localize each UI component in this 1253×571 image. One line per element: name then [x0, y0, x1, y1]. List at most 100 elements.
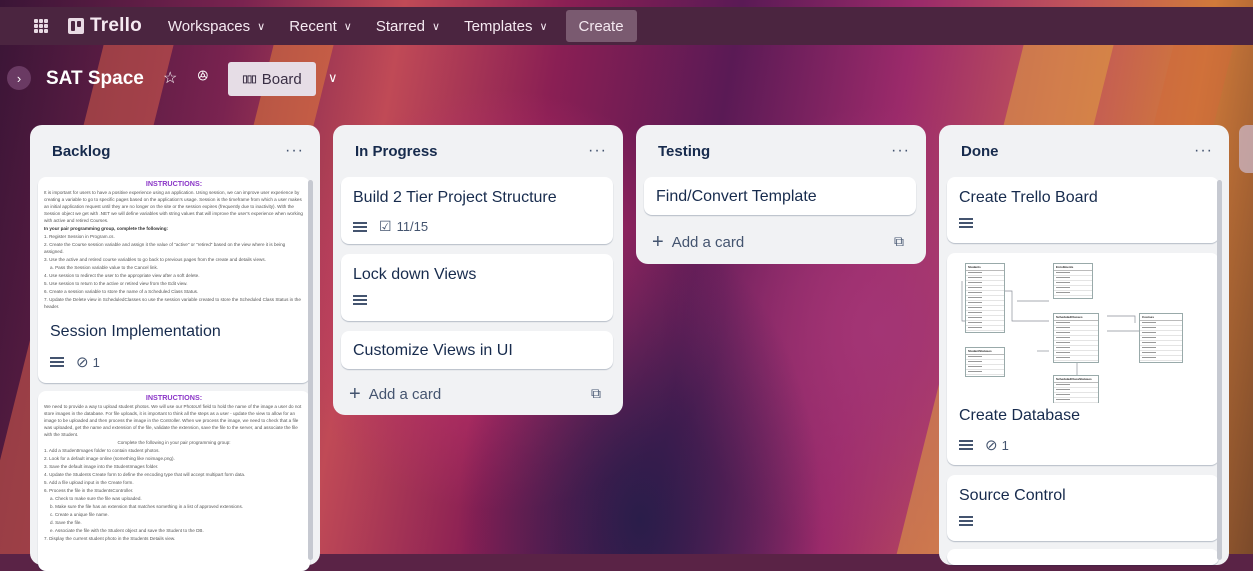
nav-starred-label: Starred	[375, 17, 426, 35]
cover-text: 1. Add a StudentImages folder to contain…	[44, 448, 160, 453]
card-find-convert-template[interactable]: Find/Convert Template	[644, 177, 916, 215]
list-menu-icon[interactable]: ···	[285, 142, 304, 160]
cover-text: 5. Add a file upload input in the Create…	[44, 480, 134, 485]
list-menu-icon[interactable]: ···	[891, 142, 910, 160]
attachment-count: 1	[1001, 437, 1009, 453]
description-icon	[959, 440, 973, 450]
trello-logo[interactable]: Trello	[68, 15, 142, 37]
card-title: Source Control	[959, 487, 1066, 504]
card-title: Find/Convert Template	[656, 188, 817, 205]
card-badges	[959, 218, 973, 228]
list-testing: Testing ··· Find/Convert Template + Add …	[636, 125, 926, 264]
schema-table-name: ScheduledClassStatuses	[1054, 376, 1098, 383]
nav-templates-label: Templates	[464, 17, 533, 35]
schema-table-name: Courses	[1140, 314, 1182, 321]
card-template-icon[interactable]: ⧉	[894, 233, 904, 250]
cover-text: 3. Use the active and retired course var…	[44, 257, 266, 262]
description-icon	[50, 357, 64, 367]
nav-starred[interactable]: Starred ∨	[364, 10, 452, 42]
list-menu-icon[interactable]: ···	[588, 142, 607, 160]
card-badges	[959, 516, 973, 526]
cover-heading: INSTRUCTIONS:	[145, 393, 203, 402]
attachment-count: 1	[92, 354, 100, 370]
card-title: Create Trello Board	[959, 189, 1098, 206]
nav-workspaces[interactable]: Workspaces ∨	[156, 10, 277, 42]
card-source-control[interactable]: Source Control	[947, 475, 1219, 541]
paperclip-icon: ⊘	[985, 437, 998, 454]
nav-workspaces-label: Workspaces	[167, 17, 251, 35]
nav-recent[interactable]: Recent ∨	[277, 10, 364, 42]
list-title[interactable]: Testing	[658, 143, 710, 160]
schema-table-name: Enrollments	[1054, 264, 1092, 271]
card-title: Customize Views in UI	[353, 342, 513, 359]
card-title: Create Database	[959, 407, 1080, 424]
description-icon	[959, 516, 973, 526]
cover-text: In your pair programming group, complete…	[44, 226, 169, 231]
star-icon[interactable]: ☆	[163, 68, 177, 88]
list-scrollbar[interactable]	[1217, 180, 1222, 560]
cover-text: It is important for users to have a posi…	[44, 190, 303, 223]
card-create-trello-board[interactable]: Create Trello Board	[947, 177, 1219, 243]
checklist-icon: ☑	[379, 218, 392, 234]
card-create-database[interactable]: Students Enrollments ScheduledClasses Co…	[947, 253, 1219, 465]
cover-text: 6. Create a session variable to store th…	[44, 289, 199, 294]
schema-table: Courses	[1139, 313, 1183, 363]
card-template-icon[interactable]: ⧉	[591, 385, 601, 402]
apps-grid-icon[interactable]	[34, 19, 48, 33]
add-card-label: Add a card	[671, 234, 745, 251]
card-title: Lock down Views	[353, 266, 477, 283]
board-view-button[interactable]: ▯▯▯ Board	[228, 62, 316, 96]
cover-text: 4. Update the Students Create form to de…	[44, 472, 246, 477]
board-view-icon: ▯▯▯	[242, 73, 256, 85]
add-list-button[interactable]	[1239, 125, 1253, 173]
schema-table: StudentStatuses	[965, 347, 1005, 377]
plus-icon: +	[652, 231, 664, 253]
board-view-label: Board	[261, 70, 302, 88]
card-build-project-structure[interactable]: Build 2 Tier Project Structure ☑ 11/15	[341, 177, 613, 244]
cover-text: 5. Use session to return to the active o…	[44, 281, 188, 286]
board-title[interactable]: SAT Space	[46, 68, 144, 90]
attachment-badge: ⊘ 1	[985, 436, 1009, 454]
card-badges	[353, 295, 367, 305]
card-partial[interactable]	[947, 549, 1219, 565]
add-card-button[interactable]: + Add a card	[349, 383, 441, 406]
chevron-down-icon: ∨	[257, 20, 266, 33]
paperclip-icon: ⊘	[76, 354, 89, 371]
card-lock-down-views[interactable]: Lock down Views	[341, 254, 613, 321]
schema-table: Students	[965, 263, 1005, 333]
visibility-icon[interactable]: ꔮ	[197, 68, 209, 85]
card-badges: ⊘ 1	[50, 353, 100, 371]
list-title[interactable]: Done	[961, 143, 999, 160]
card-student-photos[interactable]: INSTRUCTIONS: We need to provide a way t…	[38, 391, 310, 571]
cover-heading: INSTRUCTIONS:	[145, 179, 203, 188]
list-title[interactable]: In Progress	[355, 143, 438, 160]
add-card-button[interactable]: + Add a card	[652, 231, 744, 254]
cover-text: 1. Register Session in Program.cs.	[44, 234, 115, 239]
card-cover-image: INSTRUCTIONS: It is important for users …	[40, 179, 308, 315]
card-session-implementation[interactable]: INSTRUCTIONS: It is important for users …	[38, 177, 310, 383]
create-button[interactable]: Create	[565, 10, 637, 42]
cover-text: 2. Create the Course session variable an…	[44, 242, 286, 254]
list-backlog: Backlog ··· INSTRUCTIONS: It is importan…	[30, 125, 320, 571]
card-customize-views[interactable]: Customize Views in UI	[341, 331, 613, 369]
trello-logo-icon	[68, 18, 84, 34]
board-header: › SAT Space ☆ ꔮ ▯▯▯ Board ∨	[0, 62, 1253, 102]
attachment-badge: ⊘ 1	[76, 353, 100, 371]
chevron-down-icon[interactable]: ∨	[328, 70, 338, 86]
description-icon	[353, 221, 367, 232]
cover-text: 4. Use session to redirect the user to t…	[44, 273, 200, 278]
list-title[interactable]: Backlog	[52, 143, 110, 160]
expand-sidebar-button[interactable]: ›	[7, 66, 31, 90]
list-menu-icon[interactable]: ···	[1194, 142, 1213, 160]
cover-text: We need to provide a way to upload stude…	[44, 404, 302, 437]
schema-table: ScheduledClassStatuses	[1053, 375, 1099, 403]
cover-text: Complete the following in your pair prog…	[117, 440, 231, 445]
list-scrollbar[interactable]	[308, 180, 313, 560]
schema-table-name: Students	[966, 264, 1004, 271]
cover-text: 2. Look for a default image online (some…	[44, 456, 175, 461]
nav-recent-label: Recent	[289, 17, 337, 35]
schema-table: Enrollments	[1053, 263, 1093, 299]
nav-templates[interactable]: Templates ∨	[452, 10, 559, 42]
chevron-down-icon: ∨	[343, 20, 352, 33]
card-cover-image: INSTRUCTIONS: We need to provide a way t…	[40, 393, 308, 571]
